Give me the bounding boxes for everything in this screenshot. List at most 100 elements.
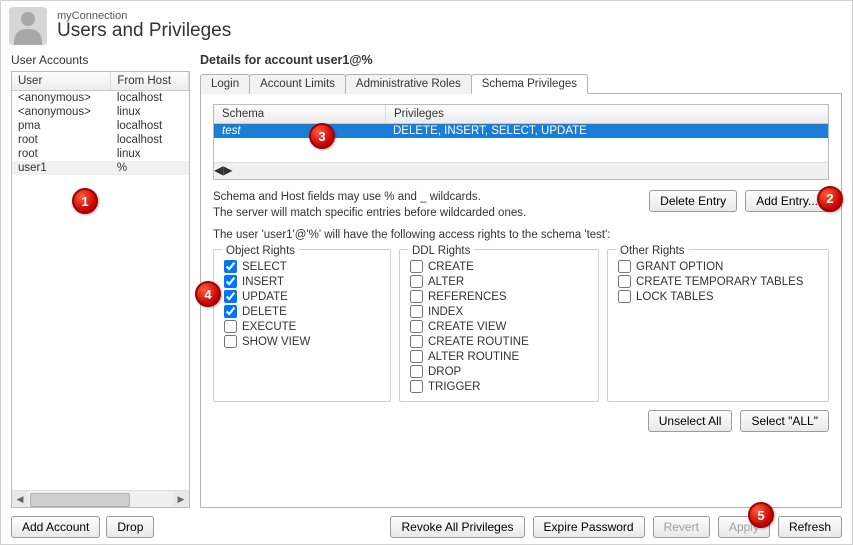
other-right-grant-option[interactable]: GRANT OPTION	[618, 260, 818, 273]
ddl-right-references[interactable]: REFERENCES	[410, 290, 588, 303]
checkbox-label: INSERT	[242, 276, 284, 288]
checkbox[interactable]	[618, 275, 631, 288]
delete-entry-button[interactable]: Delete Entry	[649, 190, 737, 212]
other-right-lock-tables[interactable]: LOCK TABLES	[618, 290, 818, 303]
tab-login[interactable]: Login	[200, 74, 250, 94]
ddl-right-alter[interactable]: ALTER	[410, 275, 588, 288]
checkbox[interactable]	[618, 260, 631, 273]
checkbox-label: DROP	[428, 366, 461, 378]
horizontal-scrollbar[interactable]: ◀ ▶	[214, 162, 828, 179]
checkbox[interactable]	[410, 305, 423, 318]
details-panel: Details for account user1@% Login Accoun…	[196, 49, 852, 544]
user-accounts-panel: User Accounts User From Host <anonymous>…	[1, 49, 196, 544]
other-rights-group: Other Rights GRANT OPTIONCREATE TEMPORAR…	[607, 249, 829, 402]
object-right-insert[interactable]: INSERT	[224, 275, 380, 288]
checkbox[interactable]	[224, 290, 237, 303]
checkbox-label: REFERENCES	[428, 291, 507, 303]
refresh-button[interactable]: Refresh	[778, 516, 842, 538]
col-privileges[interactable]: Privileges	[386, 105, 452, 123]
object-right-delete[interactable]: DELETE	[224, 305, 380, 318]
col-from-host[interactable]: From Host	[111, 72, 189, 91]
tab-admin-roles[interactable]: Administrative Roles	[345, 74, 472, 94]
callout-badge-1: 1	[72, 188, 98, 214]
checkbox-label: CREATE VIEW	[428, 321, 506, 333]
avatar-icon	[9, 7, 47, 45]
schema-cell: test	[214, 124, 385, 138]
ddl-right-create[interactable]: CREATE	[410, 260, 588, 273]
tab-schema-privileges[interactable]: Schema Privileges	[471, 74, 588, 94]
apply-button[interactable]: Apply	[718, 516, 770, 538]
page-title: Users and Privileges	[57, 20, 231, 42]
scroll-left-icon[interactable]: ◀	[12, 491, 28, 507]
object-right-execute[interactable]: EXECUTE	[224, 320, 380, 333]
drop-button[interactable]: Drop	[106, 516, 154, 538]
object-right-show-view[interactable]: SHOW VIEW	[224, 335, 380, 348]
schema-row-selected[interactable]: test DELETE, INSERT, SELECT, UPDATE	[214, 124, 828, 138]
checkbox[interactable]	[410, 320, 423, 333]
revert-button[interactable]: Revert	[653, 516, 710, 538]
checkbox-label: TRIGGER	[428, 381, 480, 393]
table-row[interactable]: pmalocalhost	[12, 119, 189, 133]
checkbox-label: CREATE TEMPORARY TABLES	[636, 276, 803, 288]
checkbox[interactable]	[224, 305, 237, 318]
checkbox[interactable]	[410, 335, 423, 348]
tab-account-limits[interactable]: Account Limits	[249, 74, 346, 94]
checkbox-label: EXECUTE	[242, 321, 296, 333]
other-right-create-temporary-tables[interactable]: CREATE TEMPORARY TABLES	[618, 275, 818, 288]
col-schema[interactable]: Schema	[214, 105, 386, 123]
checkbox[interactable]	[224, 260, 237, 273]
checkbox[interactable]	[410, 350, 423, 363]
checkbox[interactable]	[410, 380, 423, 393]
scroll-right-icon[interactable]: ▶	[173, 491, 189, 507]
checkbox-label: ALTER ROUTINE	[428, 351, 519, 363]
object-right-update[interactable]: UPDATE	[224, 290, 380, 303]
user-accounts-table[interactable]: User From Host <anonymous>localhost <ano…	[11, 71, 190, 508]
schema-privileges-body: Schema Privileges test DELETE, INSERT, S…	[200, 94, 842, 508]
checkbox[interactable]	[224, 320, 237, 333]
revoke-all-button[interactable]: Revoke All Privileges	[390, 516, 524, 538]
checkbox-label: SHOW VIEW	[242, 336, 310, 348]
checkbox[interactable]	[618, 290, 631, 303]
object-rights-group: Object Rights SELECTINSERTUPDATEDELETEEX…	[213, 249, 391, 402]
ddl-right-alter-routine[interactable]: ALTER ROUTINE	[410, 350, 588, 363]
checkbox-label: INDEX	[428, 306, 463, 318]
ddl-right-create-view[interactable]: CREATE VIEW	[410, 320, 588, 333]
expire-password-button[interactable]: Expire Password	[533, 516, 645, 538]
checkbox[interactable]	[224, 275, 237, 288]
ddl-rights-group: DDL Rights CREATEALTERREFERENCESINDEXCRE…	[399, 249, 599, 402]
add-entry-button[interactable]: Add Entry...	[745, 190, 829, 212]
checkbox[interactable]	[410, 275, 423, 288]
table-row[interactable]: rootlinux	[12, 147, 189, 161]
page-header: myConnection Users and Privileges	[1, 1, 852, 49]
add-account-button[interactable]: Add Account	[11, 516, 100, 538]
checkbox[interactable]	[410, 290, 423, 303]
ddl-right-trigger[interactable]: TRIGGER	[410, 380, 588, 393]
checkbox-label: ALTER	[428, 276, 464, 288]
privileges-cell: DELETE, INSERT, SELECT, UPDATE	[385, 124, 595, 138]
details-title: Details for account user1@%	[200, 53, 842, 67]
scroll-right-icon[interactable]: ▶	[223, 163, 232, 179]
checkbox-label: LOCK TABLES	[636, 291, 714, 303]
schema-privileges-table[interactable]: Schema Privileges test DELETE, INSERT, S…	[213, 104, 829, 180]
select-all-button[interactable]: Select "ALL"	[740, 410, 829, 432]
checkbox[interactable]	[410, 260, 423, 273]
table-row[interactable]: rootlocalhost	[12, 133, 189, 147]
ddl-right-drop[interactable]: DROP	[410, 365, 588, 378]
checkbox-label: GRANT OPTION	[636, 261, 723, 273]
checkbox[interactable]	[410, 365, 423, 378]
unselect-all-button[interactable]: Unselect All	[648, 410, 733, 432]
ddl-right-index[interactable]: INDEX	[410, 305, 588, 318]
table-row[interactable]: <anonymous>linux	[12, 105, 189, 119]
horizontal-scrollbar[interactable]: ◀ ▶	[12, 490, 189, 507]
object-right-select[interactable]: SELECT	[224, 260, 380, 273]
ddl-right-create-routine[interactable]: CREATE ROUTINE	[410, 335, 588, 348]
table-row-selected[interactable]: user1%	[12, 161, 189, 175]
table-row[interactable]: <anonymous>localhost	[12, 91, 189, 106]
col-user[interactable]: User	[12, 72, 111, 91]
checkbox-label: CREATE ROUTINE	[428, 336, 529, 348]
hint-line-2: The server will match specific entries b…	[213, 206, 526, 222]
checkbox[interactable]	[224, 335, 237, 348]
scroll-left-icon[interactable]: ◀	[214, 163, 223, 179]
tabs: Login Account Limits Administrative Role…	[200, 73, 842, 94]
checkbox-label: SELECT	[242, 261, 287, 273]
